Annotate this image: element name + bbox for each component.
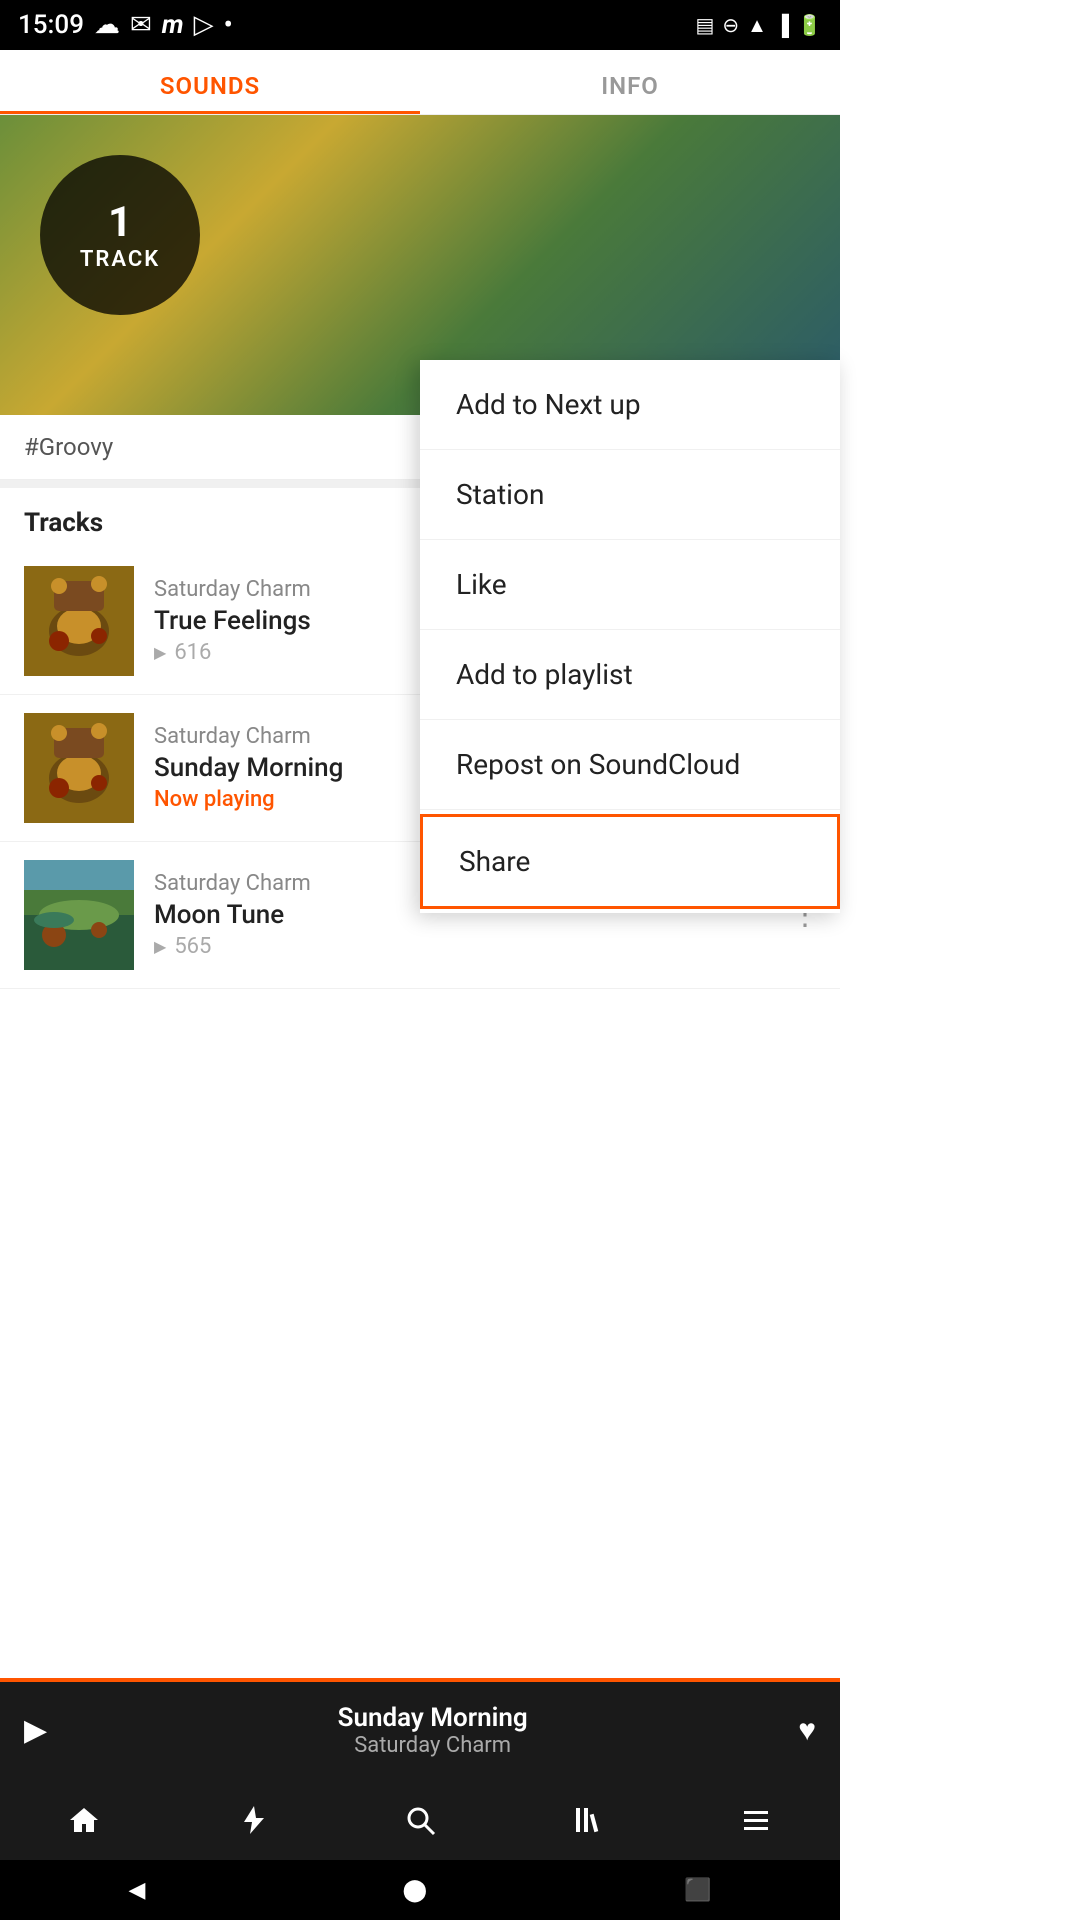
nav-library-button[interactable] [558,1790,618,1850]
context-add-to-playlist[interactable]: Add to playlist [420,630,840,720]
context-repost[interactable]: Repost on SoundCloud [420,720,840,810]
track-count-label: TRACK [80,247,160,272]
now-playing-artist: Saturday Charm [67,1733,798,1758]
play-status-icon: ▷ [194,10,214,40]
track-count-number: 1 [108,198,132,247]
nav-menu-button[interactable] [726,1790,786,1850]
context-like[interactable]: Like [420,540,840,630]
nav-search-button[interactable] [390,1790,450,1850]
dnd-icon: ⊖ [722,13,739,37]
track-play-count: ▶ 565 [154,934,816,959]
context-station[interactable]: Station [420,450,840,540]
system-recents-button[interactable]: ⬛ [684,1878,711,1903]
bottom-navigation [0,1780,840,1860]
time-display: 15:09 [18,10,84,40]
context-add-to-next-up[interactable]: Add to Next up [420,360,840,450]
soundcloud-status-icon: ☁ [94,10,120,40]
now-playing-info: Sunday Morning Saturday Charm [67,1703,798,1758]
status-bar: 15:09 ☁ ✉ m ▷ • ▤ ⊖ ▲ ▐ 🔋 [0,0,840,50]
play-triangle-icon: ▶ [154,643,166,662]
tab-info[interactable]: INFO [420,50,840,114]
context-share[interactable]: Share [420,814,840,909]
battery-icon: 🔋 [797,13,822,37]
now-playing-like-button[interactable]: ♥ [798,1713,816,1748]
now-playing-bar[interactable]: ▶ Sunday Morning Saturday Charm ♥ [0,1680,840,1780]
tab-sounds[interactable]: SOUNDS [0,50,420,114]
track-thumbnail [24,713,134,823]
system-back-button[interactable]: ◀ [129,1878,146,1903]
wifi-icon: ▲ [747,13,767,38]
now-playing-play-button[interactable]: ▶ [24,1713,47,1748]
track-count-circle: 1 TRACK [40,155,200,315]
vibrate-icon: ▤ [695,13,714,37]
system-navigation: ◀ ⬤ ⬛ [0,1860,840,1920]
now-playing-title: Sunday Morning [67,1703,798,1733]
system-home-button[interactable]: ⬤ [402,1878,427,1903]
nav-home-button[interactable] [54,1790,114,1850]
track-thumbnail [24,566,134,676]
play-triangle-icon: ▶ [154,937,166,956]
top-tabs: SOUNDS INFO [0,50,840,115]
playback-progress-bar [0,1678,840,1682]
m-status-icon: m [162,10,184,40]
track-thumbnail [24,860,134,970]
context-menu: Add to Next up Station Like Add to playl… [420,360,840,913]
nav-lightning-button[interactable] [222,1790,282,1850]
signal-icon: ▐ [775,13,789,38]
mail-status-icon: ✉ [130,10,152,40]
play-count-number: 565 [174,934,211,959]
play-count-number: 616 [174,640,211,665]
dot-status-icon: • [224,10,233,40]
